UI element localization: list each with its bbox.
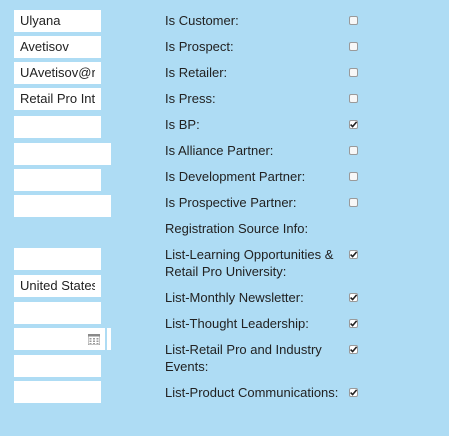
list-monthly-newsletter-checkbox[interactable] bbox=[349, 293, 358, 302]
text-field-7[interactable] bbox=[14, 169, 101, 191]
is-press-label: Is Press: bbox=[165, 91, 216, 106]
first-name-field[interactable] bbox=[14, 10, 101, 32]
last-name-field[interactable] bbox=[14, 36, 101, 58]
is-alliance-partner-checkbox[interactable] bbox=[349, 146, 358, 155]
company-field[interactable] bbox=[14, 88, 101, 110]
country-field[interactable] bbox=[14, 275, 101, 297]
is-prospective-partner-label: Is Prospective Partner: bbox=[165, 195, 297, 210]
is-bp-checkbox[interactable] bbox=[349, 120, 358, 129]
list-product-communications-label: List-Product Communications: bbox=[165, 385, 339, 400]
calendar-icon[interactable] bbox=[87, 333, 101, 346]
is-alliance-partner-label: Is Alliance Partner: bbox=[165, 143, 274, 158]
date-field-edge bbox=[107, 328, 111, 350]
is-customer-label: Is Customer: bbox=[165, 13, 239, 28]
is-retailer-checkbox[interactable] bbox=[349, 68, 358, 77]
text-field-9[interactable] bbox=[14, 248, 101, 270]
list-thought-leadership-checkbox[interactable] bbox=[349, 319, 358, 328]
is-prospective-partner-checkbox[interactable] bbox=[349, 198, 358, 207]
is-bp-label: Is BP: bbox=[165, 117, 200, 132]
is-prospect-label: Is Prospect: bbox=[165, 39, 234, 54]
is-press-checkbox[interactable] bbox=[349, 94, 358, 103]
registration-source-info-label: Registration Source Info: bbox=[165, 221, 309, 236]
list-learning-opportunities-checkbox[interactable] bbox=[349, 250, 358, 259]
text-field-6[interactable] bbox=[14, 143, 111, 165]
is-prospect-checkbox[interactable] bbox=[349, 42, 358, 51]
email-field[interactable] bbox=[14, 62, 101, 84]
list-retail-pro-industry-events-checkbox[interactable] bbox=[349, 345, 358, 354]
list-product-communications-checkbox[interactable] bbox=[349, 388, 358, 397]
text-field-5[interactable] bbox=[14, 116, 101, 138]
date-picker bbox=[14, 328, 111, 350]
list-thought-leadership-label: List-Thought Leadership: bbox=[165, 316, 309, 331]
is-development-partner-label: Is Development Partner: bbox=[165, 169, 306, 184]
text-field-13[interactable] bbox=[14, 355, 101, 377]
list-monthly-newsletter-label: List-Monthly Newsletter: bbox=[165, 290, 304, 305]
text-field-8[interactable] bbox=[14, 195, 111, 217]
is-development-partner-checkbox[interactable] bbox=[349, 172, 358, 181]
is-customer-checkbox[interactable] bbox=[349, 16, 358, 25]
text-field-14[interactable] bbox=[14, 381, 101, 403]
text-field-11[interactable] bbox=[14, 302, 101, 324]
list-learning-opportunities-label: List-Learning Opportunities & Retail Pro… bbox=[165, 247, 334, 279]
list-retail-pro-industry-events-label: List-Retail Pro and Industry Events: bbox=[165, 342, 322, 374]
is-retailer-label: Is Retailer: bbox=[165, 65, 228, 80]
